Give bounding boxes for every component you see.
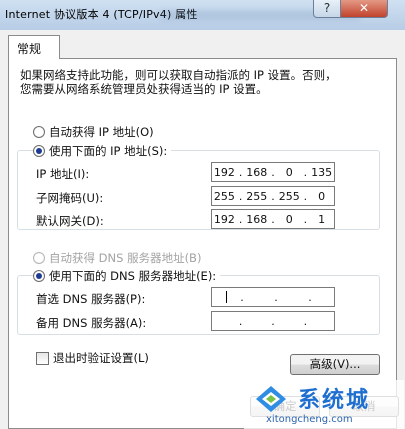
ip-octet-2: 168 bbox=[246, 165, 268, 179]
gateway-label: 默认网关(D): bbox=[36, 214, 104, 228]
ip-address-input[interactable]: 192. 168. 0. 135 bbox=[211, 162, 335, 182]
radio-manual-dns[interactable]: 使用下面的 DNS 服务器地址(E): bbox=[33, 268, 221, 284]
radio-auto-ip[interactable]: 自动获得 IP 地址(O) bbox=[33, 124, 154, 140]
description: 如果网络支持此功能，则可以获取自动指派的 IP 设置。否则， 您需要从网络系统管… bbox=[20, 68, 337, 96]
preferred-dns-input[interactable]: . . . bbox=[211, 287, 335, 307]
radio-manual-dns-label: 使用下面的 DNS 服务器地址(E): bbox=[49, 269, 217, 283]
validate-on-exit-label: 退出时验证设置(L) bbox=[53, 351, 149, 365]
subnet-mask-label: 子网掩码(U): bbox=[36, 191, 104, 205]
mask-octet-4: 0 bbox=[318, 189, 326, 203]
gateway-input[interactable]: 192. 168. 0. 1 bbox=[211, 209, 335, 229]
tab-general[interactable]: 常规 bbox=[8, 35, 60, 59]
radio-auto-dns-dot[interactable] bbox=[33, 252, 45, 264]
ip-octet-4: 135 bbox=[311, 165, 333, 179]
gw-octet-3: 0 bbox=[285, 212, 293, 226]
help-button[interactable]: ? bbox=[313, 0, 341, 18]
title-bar[interactable]: Internet 协议版本 4 (TCP/IPv4) 属性 ? ✕ bbox=[0, 0, 405, 30]
radio-auto-dns-label: 自动获得 DNS 服务器地址(B) bbox=[49, 251, 202, 265]
ip-address-label: IP 地址(I): bbox=[36, 167, 90, 181]
radio-auto-ip-label: 自动获得 IP 地址(O) bbox=[49, 125, 154, 139]
radio-manual-dns-dot[interactable] bbox=[33, 270, 45, 282]
site-logo-icon bbox=[256, 386, 286, 412]
alternate-dns-label: 备用 DNS 服务器(A): bbox=[36, 316, 147, 330]
advanced-button[interactable]: 高级(V)... bbox=[290, 354, 380, 375]
radio-manual-ip[interactable]: 使用下面的 IP 地址(S): bbox=[33, 143, 172, 159]
radio-manual-ip-label: 使用下面的 IP 地址(S): bbox=[49, 144, 168, 158]
radio-manual-ip-dot[interactable] bbox=[33, 145, 45, 157]
watermark-name: 系统城 bbox=[298, 388, 371, 413]
close-button[interactable]: ✕ bbox=[340, 0, 388, 18]
mask-octet-3: 255 bbox=[278, 189, 300, 203]
mask-octet-2: 255 bbox=[246, 189, 268, 203]
subnet-mask-input[interactable]: 255. 255. 255. 0 bbox=[211, 186, 335, 206]
mask-octet-1: 255 bbox=[213, 189, 235, 203]
ip-octet-1: 192 bbox=[213, 165, 235, 179]
gw-octet-4: 1 bbox=[318, 212, 326, 226]
alternate-dns-input[interactable]: . . . bbox=[211, 311, 335, 331]
description-line-1: 如果网络支持此功能，则可以获取自动指派的 IP 设置。否则， bbox=[20, 68, 337, 82]
gw-octet-1: 192 bbox=[213, 212, 235, 226]
watermark-url: xitongcheng.com bbox=[266, 414, 353, 425]
radio-auto-ip-dot[interactable] bbox=[33, 126, 45, 138]
gw-octet-2: 168 bbox=[246, 212, 268, 226]
watermark: 系统城 xitongcheng.com bbox=[244, 380, 404, 429]
validate-on-exit-checkbox[interactable]: 退出时验证设置(L) bbox=[36, 350, 149, 366]
description-line-2: 您需要从网络系统管理员处获得适当的 IP 设置。 bbox=[20, 82, 268, 96]
checkbox-box[interactable] bbox=[36, 351, 49, 365]
radio-auto-dns[interactable]: 自动获得 DNS 服务器地址(B) bbox=[33, 250, 201, 266]
ip-octet-3: 0 bbox=[285, 165, 293, 179]
text-cursor bbox=[226, 291, 227, 303]
preferred-dns-label: 首选 DNS 服务器(P): bbox=[36, 292, 146, 306]
